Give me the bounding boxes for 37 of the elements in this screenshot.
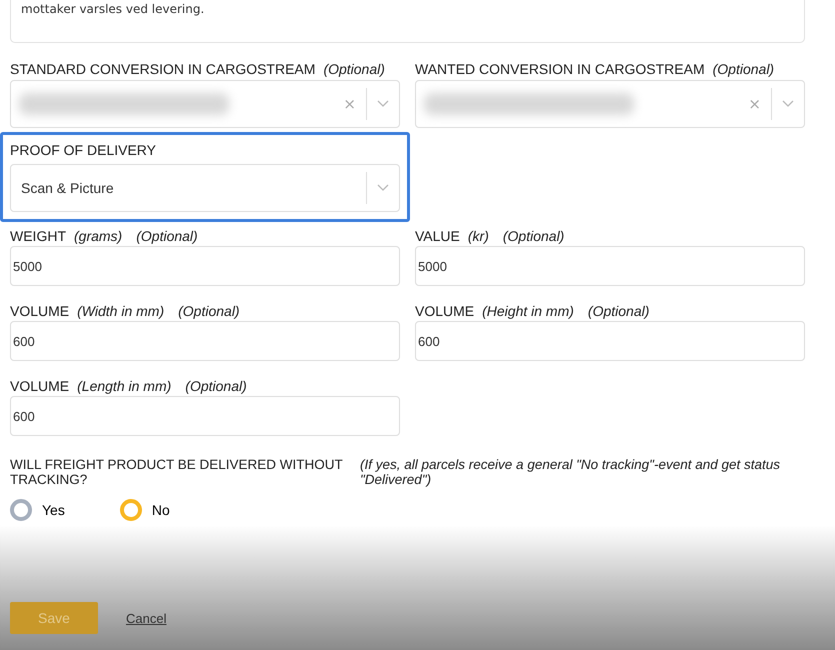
unit-note: (grams) <box>74 228 122 244</box>
question-label: WILL FREIGHT PRODUCT BE DELIVERED WITHOUT TRACKING? <box>10 457 344 487</box>
chevron-down-icon[interactable] <box>377 184 389 192</box>
input-field[interactable]: 600 <box>10 321 400 361</box>
chevron-down-icon[interactable] <box>782 100 794 108</box>
unit-note: (Height in mm) <box>482 303 574 319</box>
optional-note: (Optional) <box>323 61 385 77</box>
optional-note: (Optional) <box>136 228 198 244</box>
radio-icon[interactable] <box>10 499 32 521</box>
description-textarea[interactable]: mottaker varsles ved levering. <box>10 0 805 43</box>
question-hint: (If yes, all parcels receive a general "No tracking"-event and get status "Delivered") <box>360 457 782 487</box>
chevron-down-icon[interactable] <box>377 100 389 108</box>
field-label: PROOF OF DELIVERY <box>10 142 156 158</box>
field-label: WEIGHT <box>10 228 66 244</box>
input-field[interactable]: 600 <box>10 396 400 436</box>
unit-note: (kr) <box>468 228 489 244</box>
cancel-link[interactable]: Cancel <box>126 610 166 626</box>
unit-note: (Length in mm) <box>77 378 172 394</box>
field-label: VOLUME <box>10 378 70 394</box>
input-field[interactable]: 5000 <box>415 246 805 286</box>
field-label: STANDARD CONVERSION IN CARGOSTREAM <box>10 61 316 77</box>
radio-icon[interactable] <box>120 499 142 521</box>
field-label: VALUE <box>415 228 460 244</box>
optional-note: (Optional) <box>178 303 240 319</box>
select-field[interactable]: Scan & Picture <box>10 164 400 212</box>
optional-note: (Optional) <box>588 303 650 319</box>
input-field[interactable]: 5000 <box>10 246 400 286</box>
field-label: VOLUME <box>10 303 70 319</box>
unit-note: (Width in mm) <box>77 303 164 319</box>
input-field[interactable]: 600 <box>415 321 805 361</box>
radio-option[interactable]: No <box>120 499 170 521</box>
radio-option[interactable]: Yes <box>10 499 65 521</box>
field-label: VOLUME <box>415 303 474 319</box>
optional-note: (Optional) <box>502 228 564 244</box>
optional-note: (Optional) <box>185 378 247 394</box>
field-label: WANTED CONVERSION IN CARGOSTREAM <box>415 61 705 77</box>
optional-note: (Optional) <box>712 61 774 77</box>
